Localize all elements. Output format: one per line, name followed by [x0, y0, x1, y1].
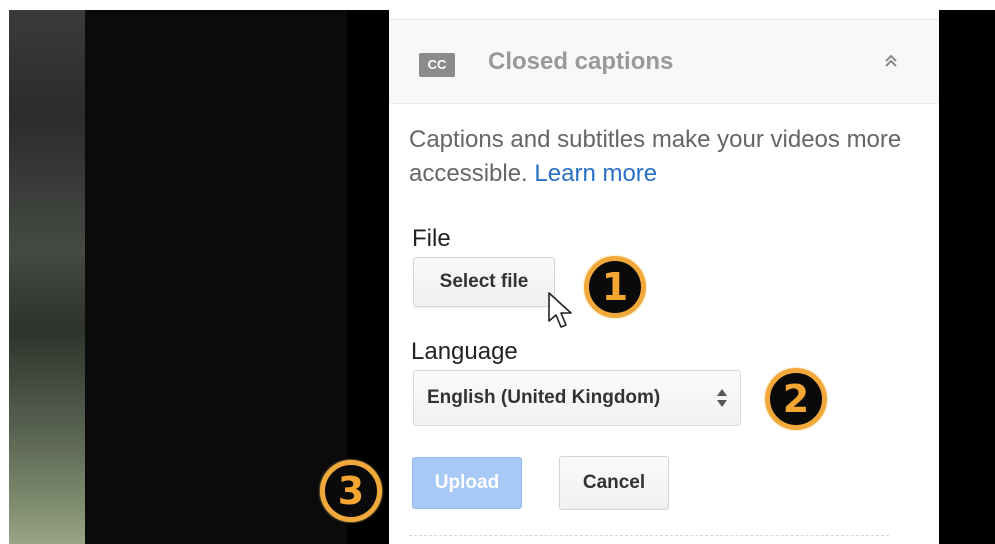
cc-icon: CC [419, 53, 455, 77]
mouse-pointer-icon [548, 292, 572, 328]
section-divider [409, 535, 889, 536]
file-label: File [412, 225, 451, 252]
closed-captions-panel: CC Closed captions Captions and subtitle… [389, 0, 939, 544]
captions-description: Captions and subtitles make your videos … [409, 123, 909, 191]
select-arrows-icon [717, 389, 727, 407]
right-dark-margin [939, 10, 995, 544]
upload-button[interactable]: Upload [412, 457, 522, 509]
language-select[interactable]: English (United Kingdom) [413, 370, 741, 426]
language-label: Language [411, 338, 518, 365]
learn-more-link[interactable]: Learn more [534, 160, 657, 187]
chevron-double-up-icon[interactable] [884, 54, 898, 72]
video-thumbnail [9, 10, 85, 544]
step-marker-2: 2 [765, 368, 827, 430]
video-player-area [85, 10, 347, 544]
cancel-button[interactable]: Cancel [559, 456, 669, 510]
panel-header[interactable]: CC Closed captions [389, 20, 939, 104]
step-marker-3: 3 [320, 460, 382, 522]
select-file-button[interactable]: Select file [413, 257, 555, 307]
panel-title: Closed captions [488, 48, 674, 75]
language-selected-value: English (United Kingdom) [427, 387, 661, 408]
step-marker-1: 1 [584, 256, 646, 318]
